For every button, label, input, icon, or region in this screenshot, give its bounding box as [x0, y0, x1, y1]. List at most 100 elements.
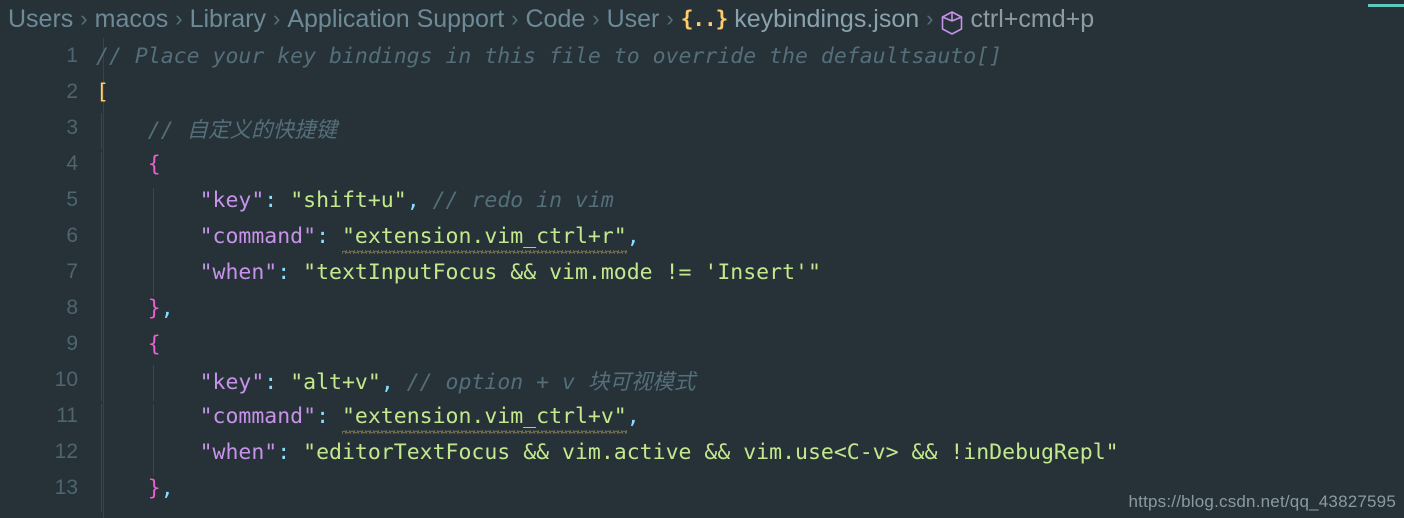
code-token-string-value-warning: "extension.vim_ctrl+r" [341, 223, 627, 254]
code-token-string-value-warning: "extension.vim_ctrl+v" [341, 403, 627, 434]
code-line-content[interactable]: { [96, 151, 1404, 188]
code-line-row: 10 "key": "alt+v", // option + v 块可视模式 [0, 362, 1404, 401]
code-token-colon: : [264, 369, 278, 395]
indent-guide [101, 259, 102, 296]
breadcrumb-item-symbol-ctrl-cmd-p[interactable]: ctrl+cmd+p [970, 5, 1094, 34]
line-number: 7 [66, 260, 78, 283]
code-token-colon: : [277, 259, 291, 285]
breadcrumb-separator-icon: › [926, 6, 934, 31]
code-token-property-key: "when" [199, 439, 278, 465]
code-token-comma: , [406, 187, 420, 213]
indent-guide [101, 295, 102, 332]
line-number: 9 [66, 332, 78, 355]
line-number: 8 [66, 296, 78, 319]
code-token-colon: : [316, 223, 330, 249]
indent-guide [153, 187, 154, 224]
line-number: 5 [66, 188, 78, 211]
code-line-row: 9 { [0, 326, 1404, 368]
code-token-comment: // Place your key bindings in this file … [96, 43, 1003, 69]
breadcrumb-item-application-support[interactable]: Application Support [287, 5, 504, 34]
line-number: 10 [54, 368, 78, 391]
code-token-property-key: "when" [199, 259, 278, 285]
code-token-property-key: "key" [199, 369, 265, 395]
code-token-string-value: "alt+v" [290, 369, 381, 395]
code-line-content[interactable]: "command": "extension.vim_ctrl+v", [96, 403, 1404, 440]
code-token-colon: : [264, 187, 278, 213]
breadcrumb-item-macos[interactable]: macos [95, 5, 169, 34]
code-line-content[interactable]: // 自定义的快捷键 [96, 112, 1404, 149]
code-token-brace-close: } [147, 295, 161, 321]
code-line-row: 12 "when": "editorTextFocus && vim.activ… [0, 434, 1404, 476]
indent-guide [101, 364, 102, 401]
code-token-brace-open: { [147, 151, 161, 177]
code-token-string-value: "textInputFocus && vim.mode != 'Insert'" [303, 259, 821, 285]
indent-guide [153, 259, 154, 296]
code-token-colon: : [277, 439, 291, 465]
code-line-content[interactable]: { [96, 331, 1404, 368]
code-line-row: 11 "command": "extension.vim_ctrl+v", [0, 398, 1404, 440]
watermark: https://blog.csdn.net/qq_43827595 [1128, 492, 1396, 511]
symbol-cube-icon [940, 10, 964, 36]
code-token-colon: : [316, 403, 330, 429]
editor-accent-bar [1368, 4, 1404, 7]
code-line-content[interactable]: "when": "textInputFocus && vim.mode != '… [96, 259, 1404, 296]
breadcrumb-separator-icon: › [666, 6, 674, 31]
line-number: 1 [66, 44, 78, 67]
line-number: 3 [66, 116, 78, 139]
line-number: 4 [66, 152, 78, 175]
code-editor[interactable]: 1 // Place your key bindings in this fil… [0, 38, 1404, 518]
code-token-comma: , [160, 295, 174, 321]
code-token-property-key: "command" [199, 223, 317, 249]
code-token-comma: , [380, 369, 394, 395]
code-line-content[interactable]: "key": "shift+u", // redo in vim [96, 187, 1404, 224]
code-token-property-key: "key" [199, 187, 265, 213]
breadcrumb-item-library[interactable]: Library [190, 5, 266, 34]
code-line-row: 5 "key": "shift+u", // redo in vim [0, 182, 1404, 224]
code-line-row: 7 "when": "textInputFocus && vim.mode !=… [0, 254, 1404, 296]
breadcrumb-separator-icon: › [511, 6, 519, 31]
breadcrumb-item-users[interactable]: Users [8, 5, 73, 34]
code-line-row: 3 // 自定义的快捷键 [0, 110, 1404, 149]
breadcrumb-separator-icon: › [175, 6, 183, 31]
code-token-comma: , [160, 475, 174, 501]
indent-guide [101, 223, 102, 260]
code-line-content[interactable]: "when": "editorTextFocus && vim.active &… [96, 439, 1404, 476]
indent-guide [153, 364, 154, 401]
code-token-brace-close: } [147, 475, 161, 501]
code-token-string-value: "editorTextFocus && vim.active && vim.us… [303, 439, 1119, 465]
breadcrumb-item-user[interactable]: User [607, 5, 660, 34]
code-line-content[interactable]: }, [96, 295, 1404, 332]
code-token-comment: // redo in vim [432, 187, 614, 213]
code-token-brace-open: { [147, 331, 161, 357]
code-token-comma: , [626, 403, 640, 429]
code-line-content[interactable]: "command": "extension.vim_ctrl+r", [96, 223, 1404, 260]
breadcrumb-item-keybindings-json[interactable]: keybindings.json [734, 5, 919, 34]
indent-guide [101, 439, 102, 476]
code-token-comma: , [626, 223, 640, 249]
breadcrumb-item-code[interactable]: Code [525, 5, 585, 34]
code-line-content[interactable]: [ [96, 80, 1404, 105]
code-line-row: 4 { [0, 146, 1404, 188]
code-token-property-key: "command" [199, 403, 317, 429]
line-number: 2 [66, 80, 78, 103]
indent-guide [153, 223, 154, 260]
json-braces-icon: {..} [680, 7, 729, 31]
code-line-row: 8 }, [0, 290, 1404, 332]
indent-guide [101, 151, 102, 188]
code-line-content[interactable]: "key": "alt+v", // option + v 块可视模式 [96, 364, 1404, 401]
indent-guide [153, 439, 154, 476]
code-token-string-value: "shift+u" [290, 187, 407, 213]
breadcrumb: Users › macos › Library › Application Su… [0, 0, 1404, 38]
code-token-comment: // 自定义的快捷键 [147, 117, 338, 143]
line-number: 13 [54, 476, 78, 499]
line-number: 11 [56, 404, 78, 427]
code-line-content[interactable]: // Place your key bindings in this file … [96, 44, 1404, 69]
code-line-row: 2 [ [0, 74, 1404, 110]
code-token-comment: // option + v 块可视模式 [406, 369, 696, 395]
breadcrumb-separator-icon: › [80, 6, 88, 31]
code-line-row: 1 // Place your key bindings in this fil… [0, 38, 1404, 74]
indent-guide [101, 475, 102, 512]
indent-guide [101, 403, 102, 440]
code-line-row: 6 "command": "extension.vim_ctrl+r", [0, 218, 1404, 260]
line-number: 6 [66, 224, 78, 247]
